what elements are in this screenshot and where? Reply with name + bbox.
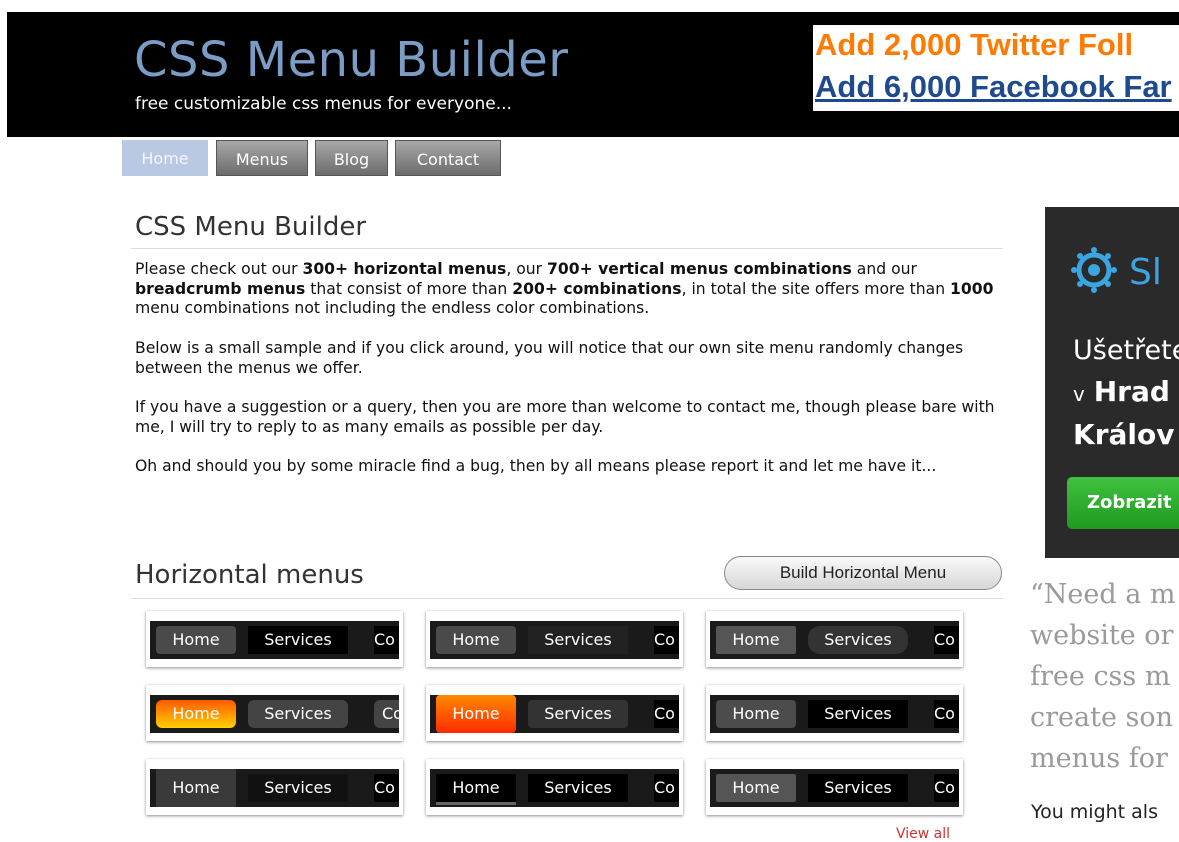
horizontal-menus-title: Horizontal menus (135, 560, 364, 590)
menu-sample-contact[interactable]: Co (934, 700, 959, 728)
sidebar-ad[interactable]: Sl Ušetřete v Hrad Králov Zobrazit (1045, 207, 1179, 558)
sidebar-quote: “Need a m website or free css m create s… (1030, 574, 1179, 779)
gear-logo-icon (1071, 247, 1117, 293)
menu-sample-bar: Home Services Co (710, 769, 959, 807)
nav-tab-home[interactable]: Home (122, 140, 208, 176)
page-title: CSS Menu Builder (135, 212, 367, 242)
menu-sample-services[interactable]: Services (808, 774, 908, 802)
quote-line: free css m (1030, 661, 1171, 692)
site-header: CSS Menu Builder free customizable css m… (7, 12, 1179, 137)
menu-sample[interactable]: Home Services Co (706, 611, 963, 667)
menu-sample-contact[interactable]: Co (374, 774, 399, 802)
nav-tab-contact[interactable]: Contact (395, 140, 501, 176)
quote-line: create son (1030, 702, 1174, 733)
menu-sample-contact[interactable]: Co (934, 774, 959, 802)
nav-tab-menus[interactable]: Menus (216, 140, 308, 176)
menu-sample-contact[interactable]: Co (654, 626, 679, 654)
menu-sample[interactable]: Home Services Co (146, 759, 403, 815)
menu-sample-home[interactable]: Home (156, 626, 236, 654)
menu-sample-home[interactable]: Home (436, 626, 516, 654)
site-logo-title[interactable]: CSS Menu Builder (134, 32, 569, 88)
intro-text: that consist of more than (305, 279, 513, 298)
menu-sample-services[interactable]: Services (808, 700, 908, 728)
intro-text: menu combinations not including the endl… (135, 299, 650, 317)
menu-sample-services[interactable]: Services (528, 700, 628, 728)
suggestion-paragraph: If you have a suggestion or a query, the… (135, 398, 995, 436)
intro-text: , our (506, 260, 548, 278)
menu-sample-bar: Home Services Co (150, 621, 399, 659)
menu-sample-home[interactable]: Home (716, 626, 796, 654)
menu-sample-services[interactable]: Services (528, 626, 628, 654)
sidebar-ad-line2-bold: Hrad (1093, 375, 1170, 408)
quote-line: “Need a m (1030, 579, 1176, 610)
section-divider (131, 598, 1003, 599)
sidebar-ad-line2: v Hrad (1073, 375, 1170, 408)
intro-total: 1000 (950, 279, 994, 298)
intro-text: Please check out our (135, 260, 303, 278)
menu-sample-services[interactable]: Services (248, 700, 348, 728)
menu-sample[interactable]: Home Services Co (426, 611, 683, 667)
menu-sample-bar: Home Services Co (150, 695, 399, 733)
menu-sample-services[interactable]: Services (528, 774, 628, 802)
nav-tab-blog[interactable]: Blog (315, 140, 388, 176)
menu-sample[interactable]: Home Services Co (426, 685, 683, 741)
sidebar-ad-line1: Ušetřete (1073, 335, 1179, 366)
you-might-also-heading: You might als (1031, 801, 1158, 823)
site-tagline: free customizable css menus for everyone… (135, 94, 512, 114)
menu-sample-home[interactable]: Home (716, 700, 796, 728)
intro-combinations: 200+ combinations (512, 279, 682, 298)
view-all-link[interactable]: View all (896, 826, 950, 842)
menu-sample-home[interactable]: Home (436, 774, 516, 805)
menu-sample-bar: Home Services Co (430, 769, 679, 807)
menu-sample-services[interactable]: Services (808, 626, 908, 654)
sidebar-ad-line3: Králov (1073, 418, 1175, 451)
intro-breadcrumb-link: breadcrumb menus (135, 279, 306, 298)
header-ad-line2[interactable]: Add 6,000 Facebook Far (815, 69, 1172, 105)
menu-sample-bar: Home Services Co (430, 621, 679, 659)
menu-sample-bar: Home Services Co (710, 621, 959, 659)
menu-sample-contact[interactable]: Co (654, 774, 679, 802)
bug-paragraph: Oh and should you by some miracle find a… (135, 457, 937, 475)
menu-sample-contact[interactable]: Co (374, 700, 399, 728)
intro-text: , in total the site offers more than (681, 279, 951, 298)
menu-sample-contact[interactable]: Co (374, 626, 399, 654)
menu-sample-home[interactable]: Home (716, 774, 796, 802)
quote-line: website or (1030, 620, 1174, 651)
intro-text: and our (851, 260, 917, 278)
sidebar-ad-line2-prefix: v (1073, 382, 1085, 406)
build-horizontal-menu-button[interactable]: Build Horizontal Menu (724, 556, 1002, 590)
header-ad-banner[interactable]: Add 2,000 Twitter Foll Add 6,000 Faceboo… (813, 25, 1179, 111)
menu-sample-services[interactable]: Services (248, 774, 348, 802)
menu-sample-contact[interactable]: Co (654, 700, 679, 728)
title-divider (131, 248, 1003, 249)
menu-sample-home[interactable]: Home (156, 700, 236, 728)
menu-sample-bar: Home Services Co (430, 695, 679, 733)
sample-paragraph: Below is a small sample and if you click… (135, 339, 964, 377)
menu-sample[interactable]: Home Services Co (146, 611, 403, 667)
intro-horizontal-link: 300+ horizontal menus (302, 260, 507, 278)
menu-sample-bar: Home Services Co (150, 769, 399, 807)
menu-sample[interactable]: Home Services Co (706, 759, 963, 815)
header-ad-line1[interactable]: Add 2,000 Twitter Foll (815, 27, 1133, 63)
intro-vertical-link: 700+ vertical menus combinations (547, 260, 852, 278)
menu-sample[interactable]: Home Services Co (426, 759, 683, 815)
intro-paragraph: Please check out our 300+ horizontal men… (135, 260, 1015, 319)
quote-line: menus for (1030, 743, 1168, 774)
menu-sample-home[interactable]: Home (156, 769, 236, 807)
menu-sample[interactable]: Home Services Co (146, 685, 403, 741)
sidebar-ad-cta-button[interactable]: Zobrazit (1067, 477, 1179, 529)
menu-sample-home[interactable]: Home (436, 695, 516, 733)
sidebar-ad-logo-text: Sl (1129, 252, 1162, 293)
menu-sample-services[interactable]: Services (248, 626, 348, 654)
menu-sample[interactable]: Home Services Co (706, 685, 963, 741)
menu-sample-contact[interactable]: Co (934, 626, 959, 654)
menu-sample-bar: Home Services Co (710, 695, 959, 733)
